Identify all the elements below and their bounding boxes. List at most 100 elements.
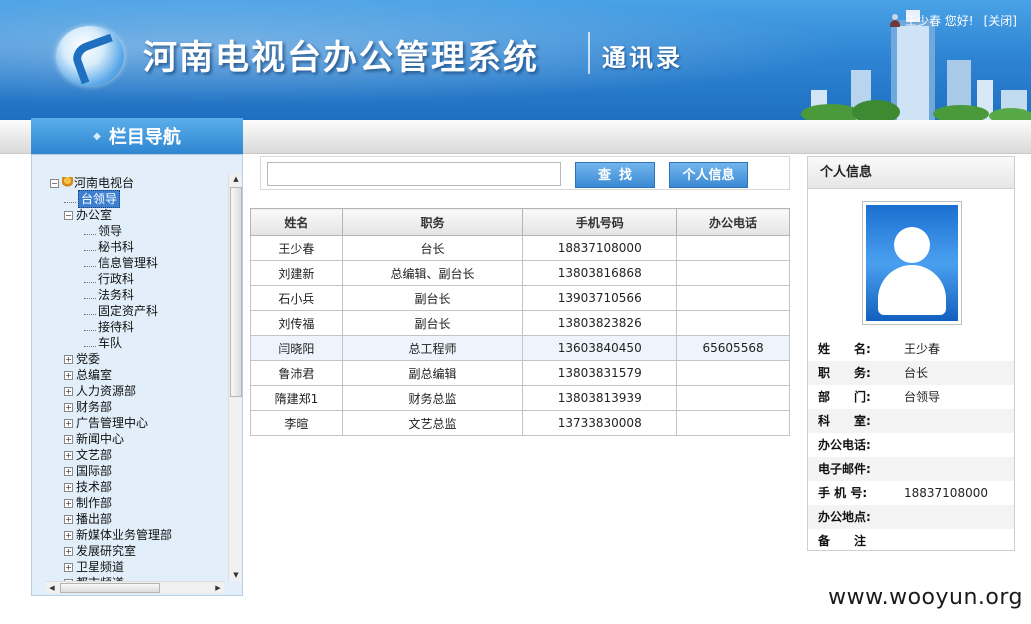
tree-item-label[interactable]: 技术部 (76, 479, 112, 495)
tree-item-label[interactable]: 总编室 (76, 367, 112, 383)
table-row[interactable]: 闫晓阳 总工程师 13603840450 65605568 (250, 335, 790, 361)
tree-item-selected[interactable]: 台领导 (50, 190, 230, 208)
tree-item-label[interactable]: 办公室 (76, 207, 112, 223)
tree-item-label[interactable]: 领导 (98, 223, 122, 239)
table-cell: 隋建郑1 (250, 385, 343, 411)
expand-icon[interactable]: + (64, 450, 73, 460)
tree-item-label[interactable]: 秘书科 (98, 239, 134, 255)
tree-item-label[interactable]: 党委 (76, 351, 100, 367)
profile-field-label: 电子邮件: (818, 462, 871, 476)
tree-item-label[interactable]: 财务部 (76, 399, 112, 415)
profile-panel-title: 个人信息 (808, 157, 1014, 189)
expand-icon[interactable]: + (64, 386, 73, 396)
scroll-down-icon[interactable]: ▼ (229, 569, 243, 581)
tree-item-label[interactable]: 接待科 (98, 319, 134, 335)
tree-item-label[interactable]: 车队 (98, 335, 122, 351)
tree-item-label[interactable]: 发展研究室 (76, 543, 136, 559)
tree-root[interactable]: − 河南电视台 (50, 175, 230, 191)
tree-item-label[interactable]: 文艺部 (76, 447, 112, 463)
tree-item-label[interactable]: 制作部 (76, 495, 112, 511)
close-link[interactable]: [关闭] (984, 12, 1017, 29)
tree-item-label[interactable]: 广告管理中心 (76, 415, 148, 431)
tree-item-label[interactable]: 播出部 (76, 511, 112, 527)
expand-icon[interactable]: + (64, 498, 73, 508)
expand-icon[interactable]: + (64, 370, 73, 380)
tree-vertical-scrollbar[interactable]: ▲ ▼ (228, 173, 242, 581)
tree-item[interactable]: 接待科 (50, 319, 230, 335)
table-row[interactable]: 王少春 台长 18837108000 (250, 235, 790, 261)
tree-item-department[interactable]: + 新媒体业务管理部 (50, 527, 230, 543)
tree-item-department[interactable]: + 广告管理中心 (50, 415, 230, 431)
tree-item[interactable]: 行政科 (50, 271, 230, 287)
tree-item[interactable]: 车队 (50, 335, 230, 351)
table-row[interactable]: 鲁沛君 副总编辑 13803831579 (250, 360, 790, 386)
table-cell: 财务总监 (341, 385, 524, 411)
table-cell: 副台长 (341, 310, 524, 336)
profile-field-value (904, 529, 1014, 553)
tree-item[interactable]: 领导 (50, 223, 230, 239)
expand-icon[interactable]: + (64, 514, 73, 524)
expand-icon[interactable]: + (64, 402, 73, 412)
tree-item-label[interactable]: 行政科 (98, 271, 134, 287)
scroll-thumb[interactable] (230, 187, 242, 397)
tree-item-label[interactable]: 新媒体业务管理部 (76, 527, 172, 543)
table-cell: 台长 (341, 235, 524, 261)
expand-icon[interactable]: + (64, 466, 73, 476)
collapse-icon[interactable]: − (50, 178, 59, 188)
table-row[interactable]: 石小兵 副台长 13903710566 (250, 285, 790, 311)
profile-field-row: 姓 名: 王少春 (808, 337, 1014, 361)
table-row[interactable]: 刘传福 副台长 13803823826 (250, 310, 790, 336)
expand-icon[interactable]: + (64, 418, 73, 428)
search-input[interactable] (267, 162, 561, 186)
scroll-thumb[interactable] (60, 583, 160, 593)
expand-icon[interactable]: + (64, 434, 73, 444)
tree-connector (84, 307, 96, 315)
tree-item[interactable]: 固定资产科 (50, 303, 230, 319)
table-row[interactable]: 李暄 文艺总监 13733830008 (250, 410, 790, 436)
tree-item-department[interactable]: + 技术部 (50, 479, 230, 495)
table-cell: 鲁沛君 (250, 360, 343, 386)
tree-item[interactable]: 秘书科 (50, 239, 230, 255)
tree-item[interactable]: 信息管理科 (50, 255, 230, 271)
tree-item-label[interactable]: 法务科 (98, 287, 134, 303)
tree-connector (84, 275, 96, 283)
tree-item-department[interactable]: + 国际部 (50, 463, 230, 479)
table-cell (676, 285, 790, 311)
scroll-up-icon[interactable]: ▲ (229, 173, 243, 185)
tree-item-department[interactable]: + 制作部 (50, 495, 230, 511)
table-row[interactable]: 隋建郑1 财务总监 13803813939 (250, 385, 790, 411)
tree-root-label[interactable]: 河南电视台 (74, 175, 134, 191)
expand-icon[interactable]: + (64, 562, 73, 572)
tree-item-department[interactable]: + 人力资源部 (50, 383, 230, 399)
tree-item-department[interactable]: + 播出部 (50, 511, 230, 527)
scroll-right-icon[interactable]: ▶ (212, 582, 224, 594)
tree-item-department[interactable]: + 文艺部 (50, 447, 230, 463)
tree-item[interactable]: 法务科 (50, 287, 230, 303)
tree-item-label[interactable]: 固定资产科 (98, 303, 158, 319)
tree-horizontal-scrollbar[interactable]: ◀ ▶ (46, 581, 224, 593)
tree-item-label[interactable]: 新闻中心 (76, 431, 124, 447)
tree-item-department[interactable]: + 总编室 (50, 367, 230, 383)
tree-item-label[interactable]: 国际部 (76, 463, 112, 479)
tree-item-department[interactable]: + 卫星频道 (50, 559, 230, 575)
expand-icon[interactable]: + (64, 546, 73, 556)
expand-icon[interactable]: + (64, 530, 73, 540)
table-row[interactable]: 刘建新 总编辑、副台长 13803816868 (250, 260, 790, 286)
tree-item-label[interactable]: 信息管理科 (98, 255, 158, 271)
expand-icon[interactable]: + (64, 482, 73, 492)
tree-item-office[interactable]: − 办公室 (50, 207, 230, 223)
tree-item-label[interactable]: 人力资源部 (76, 383, 136, 399)
profile-field-row: 办公电话: (808, 433, 1014, 457)
collapse-icon[interactable]: − (64, 210, 73, 220)
find-button[interactable]: 查找 (575, 162, 655, 188)
tree-item-department[interactable]: + 党委 (50, 351, 230, 367)
tree-item-department[interactable]: + 新闻中心 (50, 431, 230, 447)
tree-item-label[interactable]: 台领导 (78, 190, 121, 208)
column-header: 手机号码 (522, 208, 678, 236)
tree-item-department[interactable]: + 财务部 (50, 399, 230, 415)
expand-icon[interactable]: + (64, 354, 73, 364)
tree-item-department[interactable]: + 发展研究室 (50, 543, 230, 559)
tree-item-label[interactable]: 卫星频道 (76, 559, 124, 575)
personal-info-button[interactable]: 个人信息 (669, 162, 748, 188)
scroll-left-icon[interactable]: ◀ (46, 582, 58, 594)
